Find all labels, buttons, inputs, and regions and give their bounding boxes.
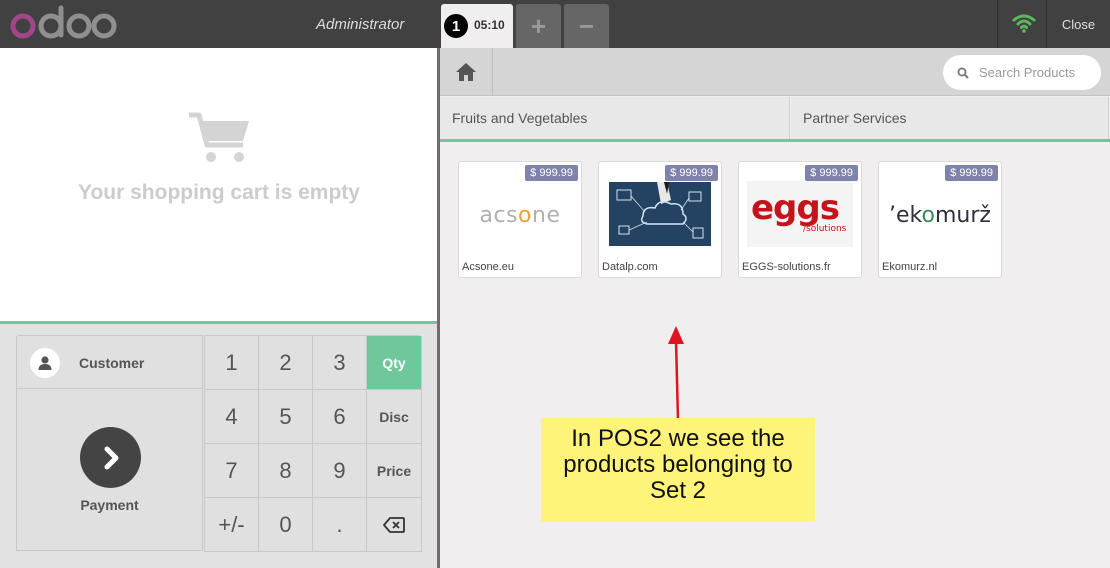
- product-card[interactable]: $ 999.99 eggs /solutions EGGS-solutions.…: [738, 161, 862, 278]
- backspace-button[interactable]: [367, 498, 422, 552]
- shopping-cart-icon: [187, 111, 251, 170]
- topbar-separator: [997, 0, 998, 48]
- search-input[interactable]: [979, 65, 1094, 80]
- numpad-key-0[interactable]: 0: [259, 498, 313, 552]
- order-time: 05:10: [474, 18, 505, 32]
- category-partner-services[interactable]: Partner Services: [791, 97, 1109, 139]
- product-name: Datalp.com: [602, 261, 658, 273]
- wifi-icon[interactable]: [1012, 13, 1036, 38]
- customer-button[interactable]: Customer: [16, 335, 203, 389]
- product-name: Ekomurz.nl: [882, 261, 938, 273]
- pos-topbar: Administrator 1 05:10 + − Close: [0, 0, 1110, 48]
- user-name: Administrator: [316, 16, 405, 33]
- numpad-key-4[interactable]: 4: [205, 390, 259, 444]
- add-order-button[interactable]: +: [516, 4, 561, 48]
- product-image: [605, 180, 715, 248]
- odoo-logo: [6, 3, 118, 45]
- payment-label: Payment: [80, 497, 139, 513]
- price-tag: $ 999.99: [665, 165, 718, 181]
- remove-order-button[interactable]: −: [564, 4, 609, 48]
- user-icon: [30, 348, 60, 378]
- numpad-key-plus-minus[interactable]: +/-: [205, 498, 259, 552]
- numpad: 1 2 3 Qty 4 5 6 Disc 7 8 9 Price +/- 0 .: [204, 335, 422, 552]
- product-name: Acsone.eu: [462, 261, 514, 273]
- product-card[interactable]: $ 999.99 acsone Acsone.eu: [458, 161, 582, 278]
- breadcrumb-bar: [440, 48, 1110, 96]
- category-bar: Fruits and Vegetables Partner Services: [440, 97, 1110, 142]
- svg-text:/solutions: /solutions: [803, 224, 847, 234]
- numpad-key-8[interactable]: 8: [259, 444, 313, 498]
- product-image: acsone: [465, 180, 575, 248]
- chevron-right-icon: [80, 427, 141, 488]
- category-fruits-and-vegetables[interactable]: Fruits and Vegetables: [440, 97, 790, 139]
- empty-cart-message: Your shopping cart is empty: [78, 181, 360, 204]
- svg-text:acsone: acsone: [480, 203, 561, 228]
- product-card[interactable]: $ 999.99 ’ekomurž Ekomurz.nl: [878, 161, 1002, 278]
- numpad-key-9[interactable]: 9: [313, 444, 367, 498]
- annotation-line: Set 2: [649, 477, 707, 504]
- numpad-key-7[interactable]: 7: [205, 444, 259, 498]
- annotation-callout: In POS2 we see the products belonging to…: [541, 418, 815, 522]
- order-container: Your shopping cart is empty: [0, 48, 438, 324]
- order-tab[interactable]: 1 05:10: [441, 4, 513, 48]
- customer-label: Customer: [79, 355, 145, 371]
- annotation-line: products belonging to: [563, 451, 793, 478]
- product-image: eggs /solutions: [745, 180, 855, 248]
- svg-text:’ekomurž: ’ekomurž: [889, 203, 991, 228]
- annotation-line: In POS2 we see the: [571, 425, 785, 452]
- product-name: EGGS-solutions.fr: [742, 261, 831, 273]
- annotation-arrow: [663, 326, 689, 427]
- home-icon: [456, 63, 476, 81]
- close-button[interactable]: Close: [1047, 0, 1110, 48]
- svg-text:eggs: eggs: [751, 188, 839, 228]
- order-number-badge: 1: [444, 14, 468, 38]
- price-tag: $ 999.99: [525, 165, 578, 181]
- search-box[interactable]: [943, 55, 1101, 90]
- numpad-key-3[interactable]: 3: [313, 336, 367, 390]
- disc-mode-button[interactable]: Disc: [367, 390, 422, 444]
- numpad-key-1[interactable]: 1: [205, 336, 259, 390]
- numpad-key-decimal[interactable]: .: [313, 498, 367, 552]
- price-tag: $ 999.99: [945, 165, 998, 181]
- numpad-key-6[interactable]: 6: [313, 390, 367, 444]
- qty-mode-button[interactable]: Qty: [367, 336, 422, 390]
- product-image: ’ekomurž: [885, 180, 995, 248]
- price-tag: $ 999.99: [805, 165, 858, 181]
- numpad-key-2[interactable]: 2: [259, 336, 313, 390]
- home-button[interactable]: [440, 48, 493, 96]
- payment-button[interactable]: Payment: [16, 389, 203, 551]
- numpad-key-5[interactable]: 5: [259, 390, 313, 444]
- search-icon: [957, 67, 969, 79]
- backspace-icon: [383, 516, 405, 533]
- order-pane: Your shopping cart is empty Customer Pay…: [0, 48, 438, 568]
- price-mode-button[interactable]: Price: [367, 444, 422, 498]
- product-card[interactable]: $ 999.99 Datalp.com: [598, 161, 722, 278]
